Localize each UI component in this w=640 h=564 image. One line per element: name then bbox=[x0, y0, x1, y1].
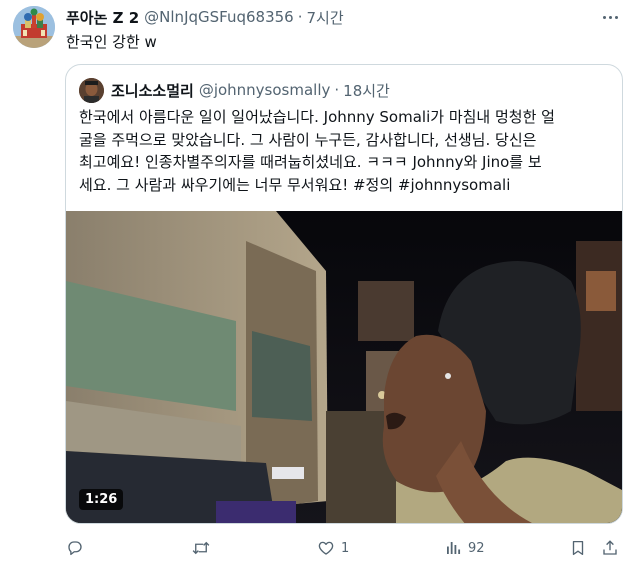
retweet-button[interactable] bbox=[191, 536, 217, 560]
quoted-author-handle[interactable]: @johnnysosmally bbox=[199, 81, 331, 99]
video-frame bbox=[66, 211, 622, 523]
views-count: 92 bbox=[468, 540, 485, 556]
quoted-text-line: 한국에서 아름다운 일이 일어났습니다. Johnny Somali가 마침내 … bbox=[79, 108, 555, 126]
tweet-text: 한국인 강한 w bbox=[66, 33, 157, 51]
more-icon[interactable] bbox=[598, 8, 622, 26]
like-button[interactable]: 1 bbox=[317, 536, 349, 560]
bookmark-button[interactable] bbox=[569, 536, 587, 560]
share-icon bbox=[603, 540, 617, 555]
quoted-separator-dot: · bbox=[334, 81, 340, 99]
reply-icon bbox=[68, 541, 82, 556]
action-bar: 1 92 bbox=[0, 536, 640, 560]
share-button[interactable] bbox=[601, 536, 619, 560]
bookmark-icon bbox=[572, 540, 584, 556]
quoted-author-avatar[interactable] bbox=[79, 78, 104, 103]
quoted-author-name[interactable]: 조니소소멀리 bbox=[111, 80, 194, 101]
like-icon bbox=[318, 541, 334, 555]
author-handle[interactable]: @NlnJqGSFuq68356 bbox=[144, 8, 294, 26]
tweet[interactable]: 푸아논 Z 2 @NlnJqGSFuq68356 · 7시간 한국인 강한 w … bbox=[0, 0, 640, 564]
author-avatar[interactable] bbox=[13, 6, 55, 48]
views-icon bbox=[447, 542, 461, 554]
like-count: 1 bbox=[341, 540, 350, 556]
quoted-text-line: 세요. 그 사람과 싸우기에는 너무 무서워요! #정의 #johnnysoma… bbox=[79, 175, 511, 194]
retweet-icon bbox=[192, 541, 210, 555]
tweet-timestamp[interactable]: 7시간 bbox=[307, 7, 344, 28]
author-name[interactable]: 푸아논 Z 2 bbox=[66, 7, 139, 28]
separator-dot: · bbox=[297, 8, 303, 26]
quoted-tweet-header: 조니소소멀리 @johnnysosmally · 18시간 bbox=[111, 79, 390, 101]
quoted-tweet-text: 한국에서 아름다운 일이 일어났습니다. Johnny Somali가 마침내 … bbox=[79, 106, 611, 196]
views-button[interactable]: 92 bbox=[444, 536, 485, 560]
quoted-tweet-timestamp[interactable]: 18시간 bbox=[343, 80, 390, 101]
video-duration-badge: 1:26 bbox=[79, 489, 124, 510]
quoted-text-line: 최고예요! 인종차별주의자를 때려눕히셨네요. ㅋㅋㅋ Johnny와 Jino… bbox=[79, 153, 542, 171]
reply-button[interactable] bbox=[66, 536, 90, 560]
video-player[interactable]: 1:26 bbox=[66, 211, 622, 523]
tweet-header: 푸아논 Z 2 @NlnJqGSFuq68356 · 7시간 bbox=[66, 6, 344, 28]
quoted-tweet[interactable]: 조니소소멀리 @johnnysosmally · 18시간 한국에서 아름다운 … bbox=[65, 64, 623, 524]
quoted-text-line: 굴을 주먹으로 맞았습니다. 그 사람이 누구든, 감사합니다, 선생님. 당신… bbox=[79, 130, 537, 149]
